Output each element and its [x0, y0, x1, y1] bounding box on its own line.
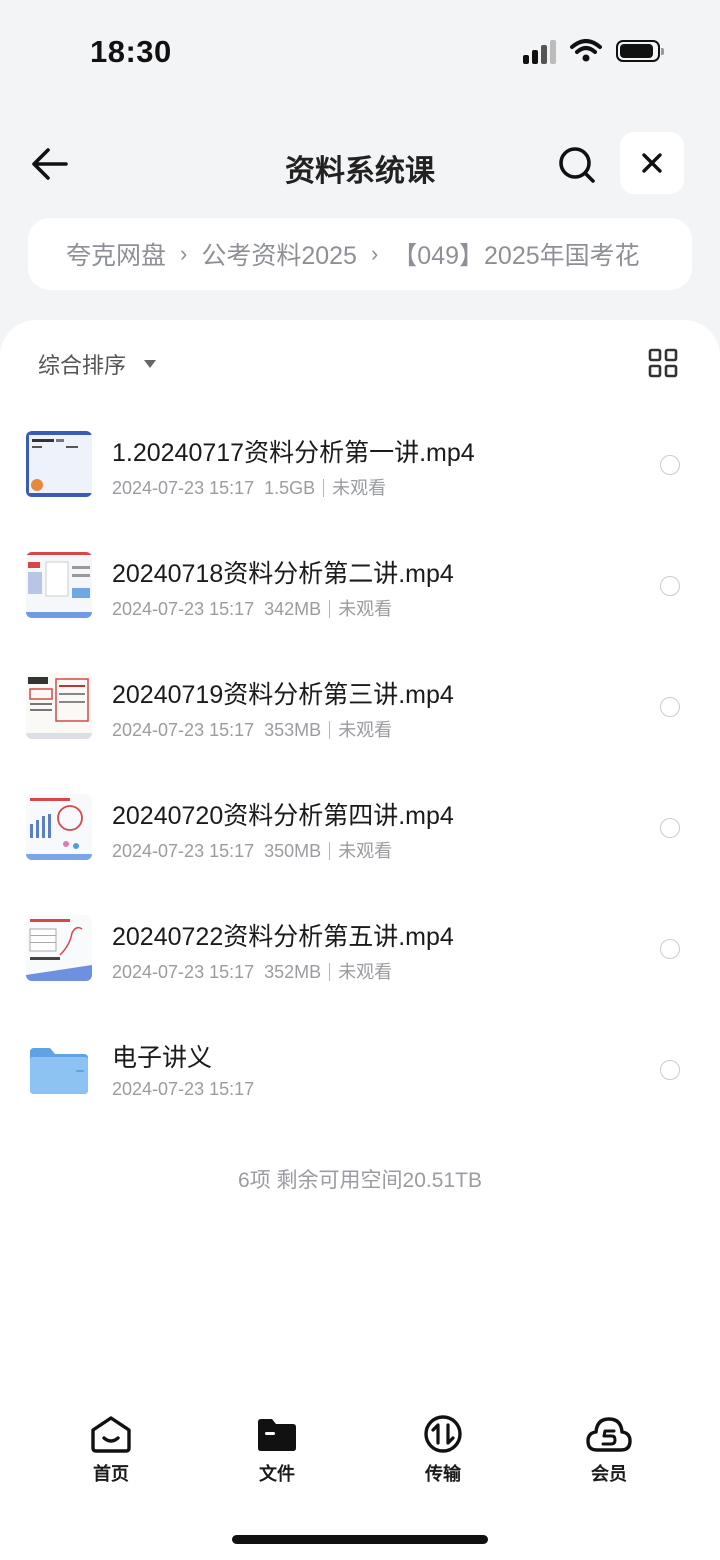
- video-thumbnail: [26, 673, 92, 739]
- video-thumbnail: [26, 794, 92, 860]
- status-icons: [523, 38, 664, 64]
- close-button[interactable]: [620, 132, 684, 194]
- divider: [329, 963, 331, 981]
- folder-row[interactable]: 电子讲义 2024-07-23 15:17: [0, 1007, 720, 1128]
- file-name: 电子讲义: [112, 1044, 213, 1072]
- divider: [329, 600, 331, 618]
- file-meta: 2024-07-23 15:17 342MB 未观看: [112, 595, 392, 621]
- close-icon: [642, 153, 662, 173]
- file-date: 2024-07-23 15:17: [112, 599, 255, 619]
- file-size: 353MB: [264, 720, 322, 740]
- tab-label: 文件: [259, 1464, 295, 1484]
- home-icon: [91, 1416, 131, 1453]
- watch-status: 未观看: [332, 478, 387, 498]
- sort-label: 综合排序: [38, 353, 127, 378]
- watch-status: 未观看: [338, 841, 393, 861]
- page-title: 资料系统课: [285, 155, 435, 188]
- file-list: 1.20240717资料分析第一讲.mp4 2024-07-23 15:17 1…: [0, 402, 720, 1128]
- tab-transfer[interactable]: 传输: [393, 1414, 493, 1486]
- storage-summary: 6项 剩余可用空间20.51TB: [238, 1169, 482, 1192]
- select-checkbox[interactable]: [660, 697, 680, 717]
- file-name: 20240718资料分析第二讲.mp4: [112, 560, 454, 588]
- status-bar: 18:30: [0, 0, 720, 104]
- select-checkbox[interactable]: [660, 455, 680, 475]
- video-thumbnail: [26, 552, 92, 618]
- file-meta: 2024-07-23 15:17 1.5GB 未观看: [112, 474, 386, 500]
- watch-status: 未观看: [338, 599, 393, 619]
- wifi-icon: [570, 39, 602, 62]
- video-thumbnail: [26, 431, 92, 497]
- file-name: 1.20240717资料分析第一讲.mp4: [112, 439, 475, 467]
- divider: [329, 721, 331, 739]
- select-checkbox[interactable]: [660, 1060, 680, 1080]
- grid-view-icon[interactable]: [648, 348, 678, 378]
- select-checkbox[interactable]: [660, 576, 680, 596]
- file-meta: 2024-07-23 15:17: [112, 1079, 254, 1100]
- file-row[interactable]: 20240722资料分析第五讲.mp4 2024-07-23 15:17 352…: [0, 886, 720, 1007]
- tab-label: 传输: [425, 1464, 461, 1484]
- file-meta: 2024-07-23 15:17 352MB 未观看: [112, 958, 392, 984]
- select-checkbox[interactable]: [660, 939, 680, 959]
- file-date: 2024-07-23 15:17: [112, 962, 255, 982]
- folder-icon: [26, 1036, 92, 1102]
- file-name: 20240720资料分析第四讲.mp4: [112, 802, 454, 830]
- battery-icon: [616, 40, 664, 62]
- file-date: 2024-07-23 15:17: [112, 1079, 255, 1099]
- chevron-right-icon: ›: [180, 241, 188, 266]
- search-icon: [559, 147, 595, 183]
- header: 资料系统课: [0, 120, 720, 210]
- home-indicator: [232, 1535, 488, 1544]
- file-size: 342MB: [264, 599, 322, 619]
- cellular-signal-icon: [523, 38, 556, 64]
- divider: [329, 842, 331, 860]
- transfer-icon: [424, 1415, 462, 1453]
- breadcrumb-item-root[interactable]: 夸克网盘: [66, 236, 166, 272]
- file-meta: 2024-07-23 15:17 353MB 未观看: [112, 716, 392, 742]
- file-date: 2024-07-23 15:17: [112, 720, 255, 740]
- video-thumbnail: [26, 915, 92, 981]
- chevron-right-icon: ›: [370, 241, 379, 266]
- tab-home[interactable]: 首页: [61, 1414, 161, 1486]
- breadcrumb-item-current[interactable]: 【049】2025年国考花: [392, 236, 639, 272]
- breadcrumb-item-folder[interactable]: 公考资料2025: [201, 236, 357, 272]
- file-panel: 综合排序 1.20240717资料分析第一讲.mp4 2024-07-23 15…: [0, 320, 720, 1560]
- folder-icon: [258, 1419, 296, 1451]
- tab-label: 首页: [93, 1464, 129, 1484]
- file-size: 350MB: [264, 841, 322, 861]
- file-date: 2024-07-23 15:17: [112, 841, 255, 861]
- file-meta: 2024-07-23 15:17 350MB 未观看: [112, 837, 392, 863]
- tab-label: 会员: [591, 1464, 627, 1484]
- tab-bar: 首页 文件 传输 会员: [0, 1400, 720, 1500]
- file-date: 2024-07-23 15:17: [112, 478, 255, 498]
- watch-status: 未观看: [338, 720, 393, 740]
- file-row[interactable]: 20240719资料分析第三讲.mp4 2024-07-23 15:17 353…: [0, 644, 720, 765]
- status-time: 18:30: [90, 34, 172, 69]
- file-name: 20240722资料分析第五讲.mp4: [112, 923, 454, 951]
- file-row[interactable]: 1.20240717资料分析第一讲.mp4 2024-07-23 15:17 1…: [0, 402, 720, 523]
- file-size: 352MB: [264, 962, 322, 982]
- file-row[interactable]: 20240720资料分析第四讲.mp4 2024-07-23 15:17 350…: [0, 765, 720, 886]
- divider: [323, 479, 325, 497]
- sort-dropdown[interactable]: 综合排序: [38, 348, 157, 380]
- file-name: 20240719资料分析第三讲.mp4: [112, 681, 454, 709]
- file-row[interactable]: 20240718资料分析第二讲.mp4 2024-07-23 15:17 342…: [0, 523, 720, 644]
- tab-files[interactable]: 文件: [227, 1414, 327, 1486]
- select-checkbox[interactable]: [660, 818, 680, 838]
- search-button[interactable]: [552, 140, 602, 190]
- vip-icon: [586, 1417, 632, 1452]
- tab-vip[interactable]: 会员: [559, 1414, 659, 1486]
- file-size: 1.5GB: [264, 478, 316, 498]
- breadcrumb: 夸克网盘 › 公考资料2025 › 【049】2025年国考花: [28, 218, 692, 290]
- caret-down-icon: [144, 360, 157, 368]
- watch-status: 未观看: [338, 962, 393, 982]
